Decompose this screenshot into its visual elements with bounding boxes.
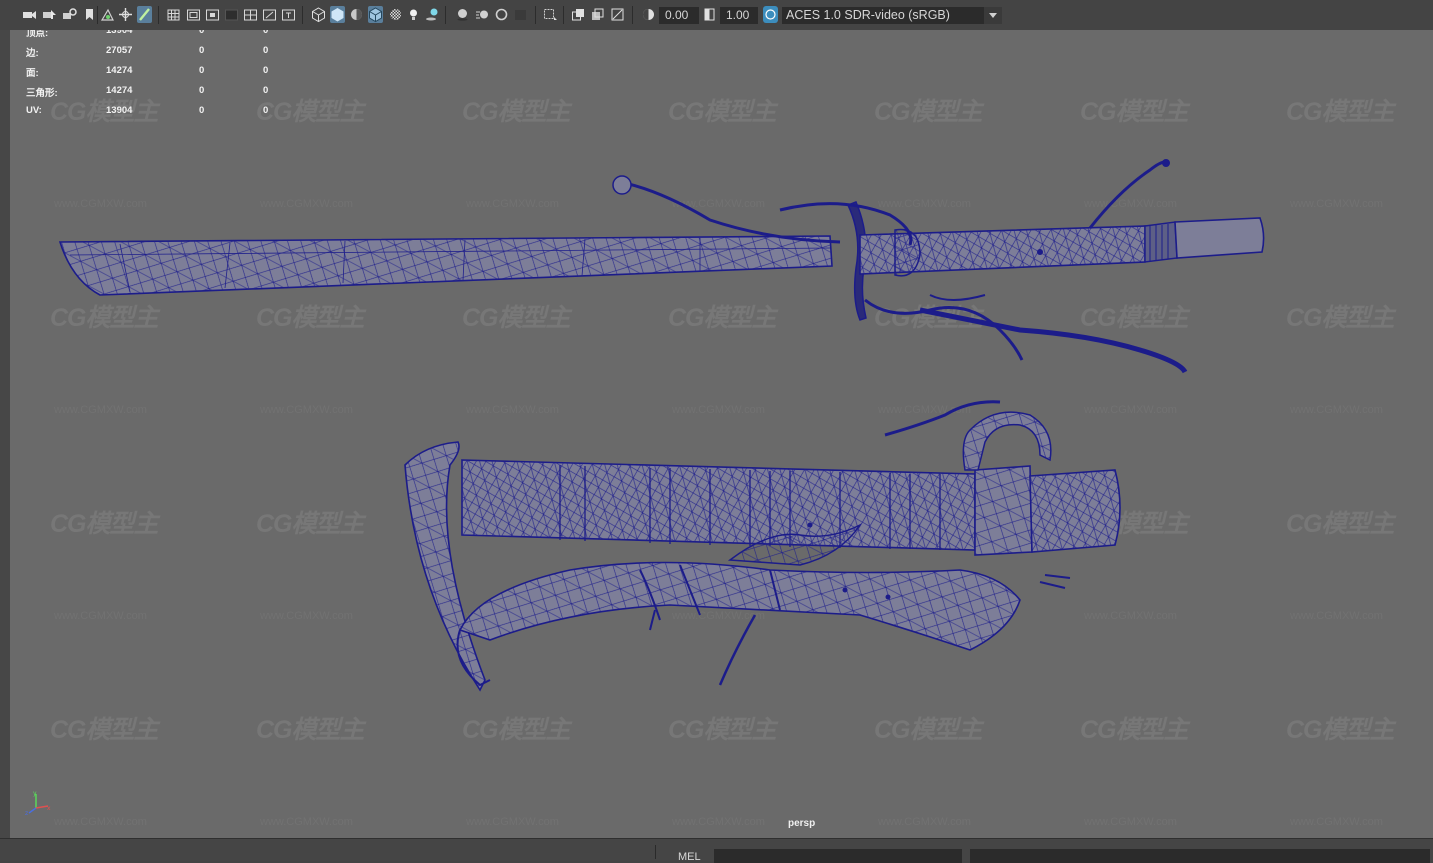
perspective-viewport[interactable]: 顶点: 13904 0 0 边: 27057 0 0 面: 14274 0 0 … bbox=[10, 30, 1433, 838]
gamma-field[interactable]: 1.00 bbox=[720, 7, 758, 24]
gate-mask-icon[interactable] bbox=[224, 6, 239, 23]
color-management-select[interactable]: ACES 1.0 SDR-video (sRGB) bbox=[782, 7, 1002, 24]
hud-row-faces: 面: 14274 0 0 bbox=[16, 65, 286, 85]
axis-x-label: x bbox=[47, 805, 51, 812]
textured-icon[interactable] bbox=[388, 6, 403, 23]
isolate-select-icon[interactable] bbox=[543, 6, 558, 23]
sword-wireframe-models bbox=[58, 159, 1265, 692]
field-chart-icon[interactable] bbox=[243, 6, 258, 23]
poly-count-hud: 顶点: 13904 0 0 边: 27057 0 0 面: 14274 0 0 … bbox=[16, 30, 286, 125]
mel-result-field bbox=[970, 849, 1430, 863]
dagger-model[interactable] bbox=[404, 400, 1121, 692]
axis-z-label: z bbox=[25, 810, 28, 816]
hud-value: 14274 bbox=[106, 65, 133, 76]
view-axis-icon: y x z bbox=[25, 790, 51, 816]
lock-camera-icon[interactable] bbox=[62, 6, 77, 23]
hud-value: 13904 bbox=[106, 105, 133, 116]
hud-label: 边: bbox=[26, 48, 39, 59]
hud-value: 0 bbox=[199, 105, 205, 116]
divider bbox=[655, 845, 656, 859]
shadows-icon[interactable] bbox=[425, 6, 440, 23]
hud-value: 0 bbox=[199, 30, 205, 36]
xray-icon[interactable] bbox=[571, 6, 586, 23]
katana-model[interactable] bbox=[58, 159, 1265, 374]
xray-joints-icon[interactable] bbox=[590, 6, 605, 23]
command-line-bar: MEL bbox=[0, 838, 1433, 863]
grid-icon[interactable] bbox=[166, 6, 181, 23]
chevron-down-icon[interactable] bbox=[984, 7, 1002, 24]
select-camera-icon[interactable] bbox=[42, 6, 57, 23]
mel-label[interactable]: MEL bbox=[678, 851, 701, 863]
anti-aliasing-icon[interactable] bbox=[494, 6, 509, 23]
hud-row-vertices: 顶点: 13904 0 0 bbox=[16, 30, 286, 45]
image-plane-icon[interactable] bbox=[100, 6, 115, 23]
hud-row-uvs: UV: 13904 0 0 bbox=[16, 105, 286, 125]
mel-command-input[interactable] bbox=[714, 849, 962, 863]
color-management-icon[interactable] bbox=[763, 6, 778, 23]
motion-blur-icon[interactable] bbox=[475, 6, 490, 23]
hud-value: 13904 bbox=[106, 30, 133, 36]
gamma-icon[interactable] bbox=[702, 6, 717, 23]
hud-label: 三角形: bbox=[26, 88, 58, 99]
grease-pencil-icon[interactable] bbox=[137, 6, 152, 23]
hud-label: 顶点: bbox=[26, 30, 49, 39]
hud-value: 0 bbox=[263, 85, 269, 96]
lights-icon[interactable] bbox=[406, 6, 421, 23]
color-management-value: ACES 1.0 SDR-video (sRGB) bbox=[786, 8, 950, 22]
depth-of-field-icon[interactable] bbox=[513, 6, 528, 23]
hud-row-edges: 边: 27057 0 0 bbox=[16, 45, 286, 65]
wireframe-on-shaded-icon[interactable] bbox=[368, 6, 383, 23]
hud-label: 面: bbox=[26, 68, 39, 79]
default-material-icon[interactable] bbox=[349, 6, 364, 23]
film-gate-icon[interactable] bbox=[186, 6, 201, 23]
safe-action-icon[interactable] bbox=[262, 6, 277, 23]
hud-value: 0 bbox=[263, 65, 269, 76]
hud-row-triangles: 三角形: 14274 0 0 bbox=[16, 85, 286, 105]
hud-value: 0 bbox=[263, 45, 269, 56]
resolution-gate-icon[interactable] bbox=[205, 6, 220, 23]
screen-space-ao-icon[interactable] bbox=[455, 6, 470, 23]
camera-icon[interactable] bbox=[22, 6, 37, 23]
hud-value: 0 bbox=[199, 65, 205, 76]
hud-value: 0 bbox=[199, 85, 205, 96]
hud-value: 27057 bbox=[106, 45, 133, 56]
hud-value: 0 bbox=[263, 30, 269, 36]
viewport-toolbar: 0.00 1.00 ACES 1.0 SDR-video (sRGB) bbox=[0, 0, 1433, 31]
hud-label: UV: bbox=[26, 105, 42, 116]
bookmark-icon[interactable] bbox=[82, 6, 97, 23]
exposure-field[interactable]: 0.00 bbox=[659, 7, 699, 24]
hud-value: 0 bbox=[263, 105, 269, 116]
hud-value: 14274 bbox=[106, 85, 133, 96]
backface-culling-icon[interactable] bbox=[610, 6, 625, 23]
wireframe-icon[interactable] bbox=[311, 6, 326, 23]
exposure-icon[interactable] bbox=[641, 6, 656, 23]
camera-name-label: persp bbox=[788, 818, 816, 829]
hud-value: 0 bbox=[199, 45, 205, 56]
axis-y-label: y bbox=[33, 790, 37, 797]
smooth-shade-icon[interactable] bbox=[330, 6, 345, 23]
pivot-icon[interactable] bbox=[118, 6, 133, 23]
safe-title-icon[interactable] bbox=[281, 6, 296, 23]
